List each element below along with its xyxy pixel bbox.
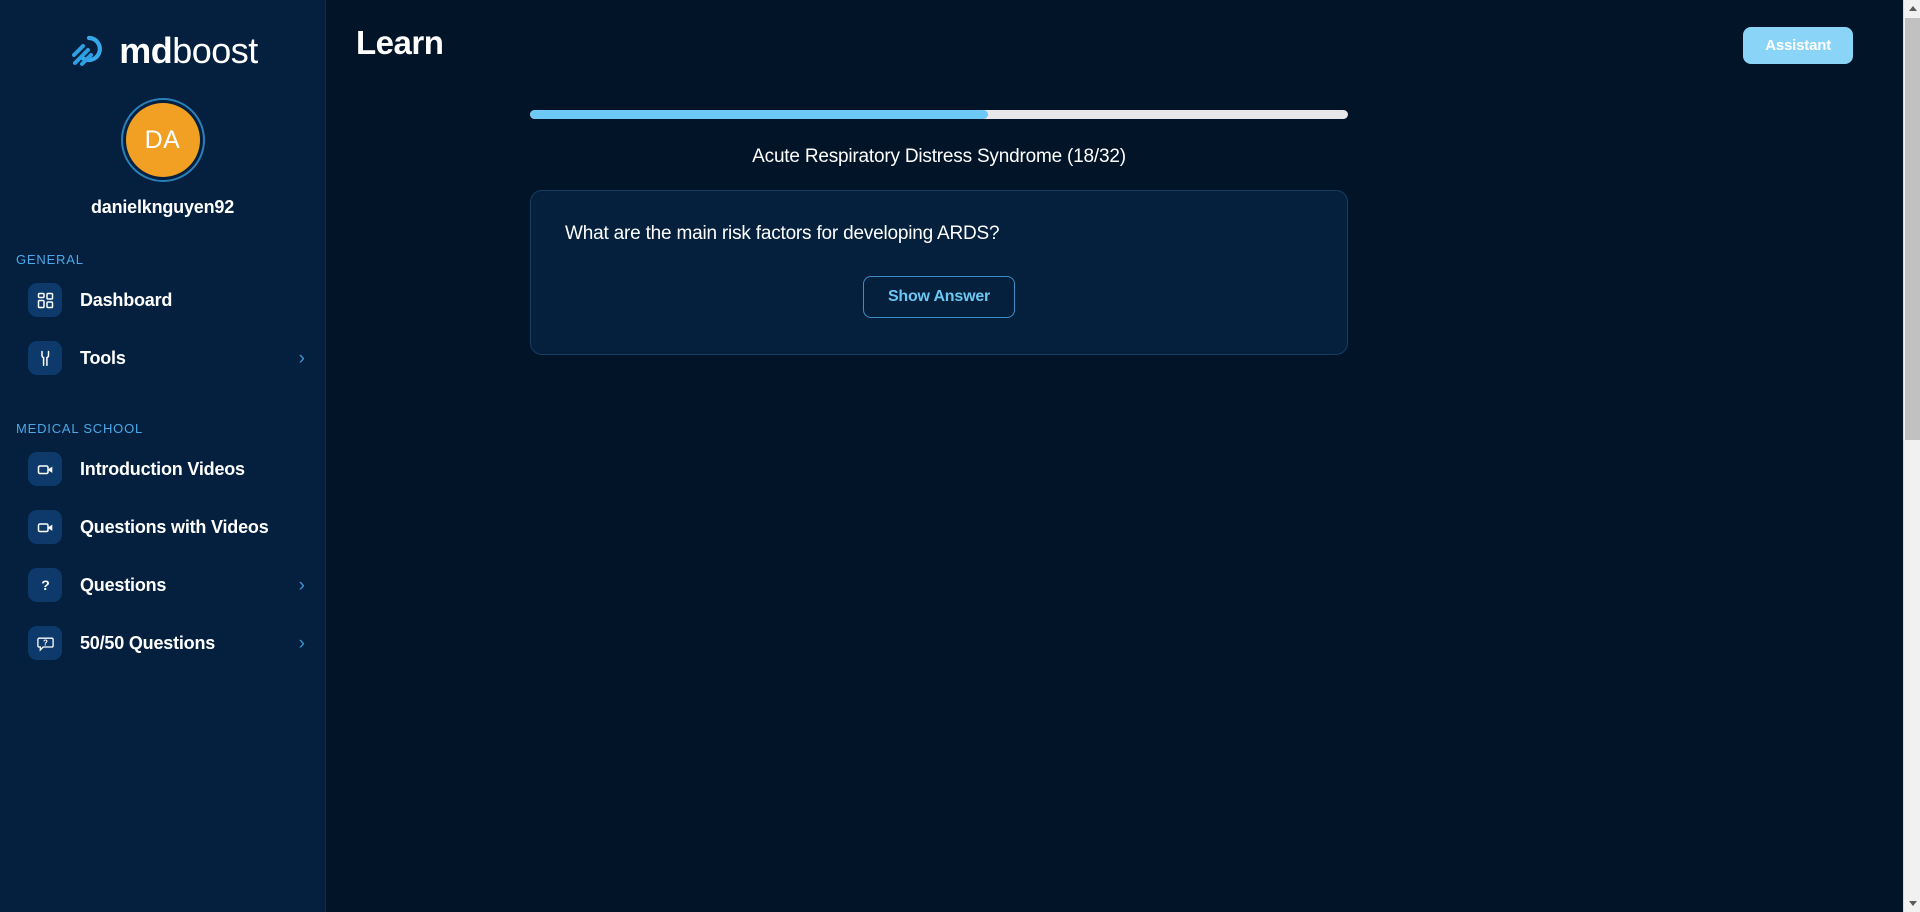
sidebar-item-label: 50/50 Questions — [80, 632, 216, 653]
sidebar-item-dashboard[interactable]: Dashboard — [0, 271, 325, 329]
progress-bar-fill — [530, 110, 989, 119]
video-camera-icon — [28, 452, 62, 486]
sidebar-item-label: Dashboard — [80, 289, 173, 310]
sidebar-item-label: Questions — [80, 574, 167, 595]
brand-name-bold: md — [119, 30, 173, 71]
scroll-up-arrow-icon[interactable] — [1904, 0, 1920, 17]
topic-title: Acute Respiratory Distress Syndrome (18/… — [752, 146, 1126, 167]
sidebar-item-tools[interactable]: Tools › — [0, 329, 325, 387]
wrench-icon — [28, 341, 62, 375]
chevron-right-icon: › — [298, 632, 305, 654]
learn-column: Acute Respiratory Distress Syndrome (18/… — [530, 110, 1348, 355]
sidebar-item-label: Questions with Videos — [80, 516, 269, 537]
sidebar-item-label: Tools — [80, 347, 126, 368]
scroll-down-arrow-icon[interactable] — [1904, 895, 1920, 912]
username-label: danielknguyen92 — [90, 197, 235, 217]
avatar-ring: DA — [120, 98, 205, 182]
show-answer-row: Show Answer — [565, 276, 1313, 318]
main-content: Learn Assistant Acute Respiratory Distre… — [326, 0, 1920, 912]
sidebar: mdboost DA danielknguyen92 GENERAL Dashb… — [0, 0, 326, 912]
avatar: DA — [125, 103, 200, 177]
question-bubble-icon: ? — [28, 626, 62, 660]
chevron-right-icon: › — [298, 574, 305, 596]
page-title: Learn — [356, 24, 444, 61]
sidebar-item-5050-questions[interactable]: ? 50/50 Questions › — [0, 614, 325, 672]
learn-content: Acute Respiratory Distress Syndrome (18/… — [326, 110, 1920, 355]
brand-logo[interactable]: mdboost — [0, 0, 325, 72]
question-card: What are the main risk factors for devel… — [530, 190, 1348, 355]
svg-text:?: ? — [43, 638, 48, 647]
brand-wordmark: mdboost — [119, 33, 258, 69]
question-mark-icon: ? — [28, 568, 62, 602]
video-camera-icon — [28, 510, 62, 544]
assistant-button[interactable]: Assistant — [1743, 27, 1853, 64]
section-label-medical-school: MEDICAL SCHOOL — [16, 421, 144, 436]
grid-icon — [28, 283, 62, 317]
chevron-right-icon: › — [298, 347, 305, 369]
sidebar-item-label: Introduction Videos — [80, 458, 245, 479]
comet-logo-icon — [67, 30, 109, 72]
sidebar-item-questions[interactable]: ? Questions › — [0, 556, 325, 614]
brand-name-light: boost — [172, 30, 258, 71]
page-scrollbar[interactable] — [1903, 0, 1920, 912]
svg-text:?: ? — [41, 577, 50, 593]
section-label-general: GENERAL — [16, 252, 84, 267]
show-answer-button[interactable]: Show Answer — [862, 276, 1016, 318]
sidebar-item-introduction-videos[interactable]: Introduction Videos — [0, 440, 325, 498]
app-root: mdboost DA danielknguyen92 GENERAL Dashb… — [0, 0, 1920, 912]
user-profile[interactable]: DA danielknguyen92 — [0, 98, 325, 218]
progress-bar — [530, 110, 1348, 119]
sidebar-item-questions-with-videos[interactable]: Questions with Videos — [0, 498, 325, 556]
question-text: What are the main risk factors for devel… — [565, 223, 1000, 244]
scrollbar-thumb[interactable] — [1905, 18, 1920, 440]
